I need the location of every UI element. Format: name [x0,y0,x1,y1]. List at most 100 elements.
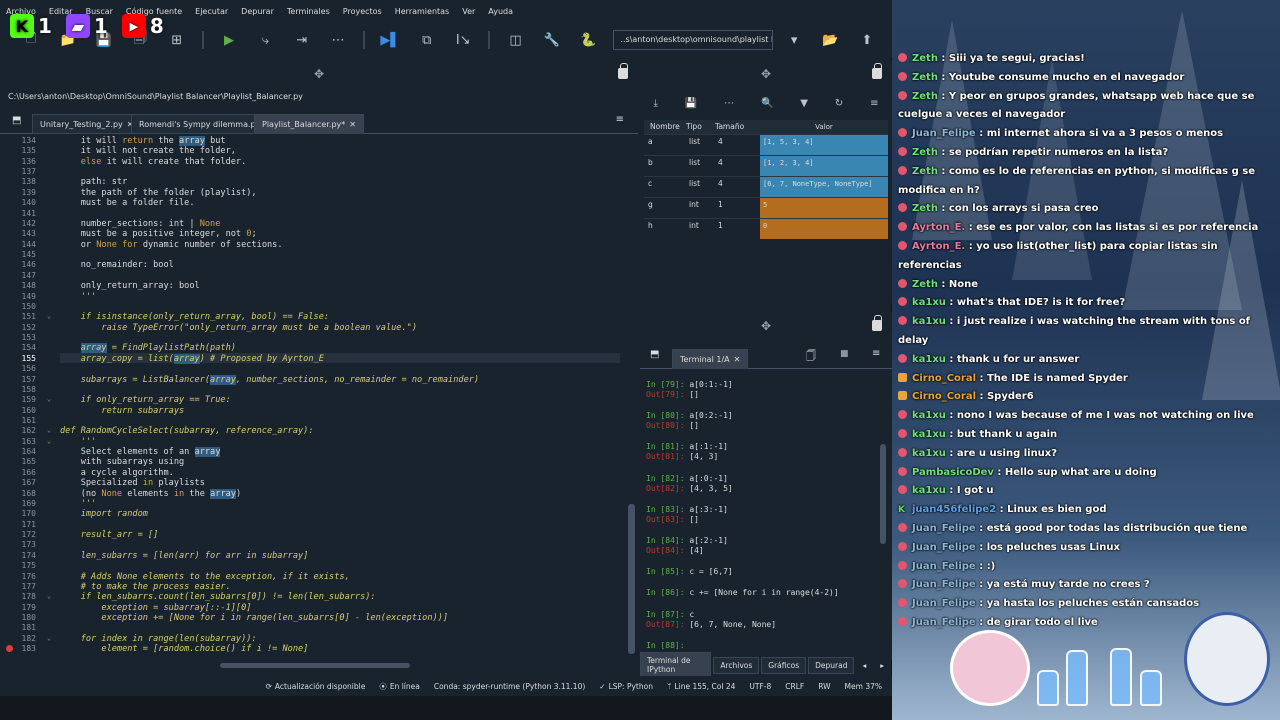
column-header-name[interactable]: Nombre [644,120,686,134]
move-pane-icon[interactable]: ✥ [761,319,771,333]
chat-username[interactable]: Juan_Felipe [912,579,976,590]
variable-row[interactable]: c list 4 [6, 7, NoneType, NoneType] [644,176,888,197]
refresh-icon[interactable]: ↻ [835,98,843,109]
options-menu-icon[interactable]: ≡ [872,348,880,359]
maximize-pane-icon[interactable]: ◫ [504,29,526,51]
bottom-tab[interactable]: Gráficos [761,656,807,674]
debug-cell-icon[interactable]: ⧉ [416,29,438,51]
browse-folder-icon[interactable]: 📂 [819,29,841,51]
chat-username[interactable]: ka1xu [912,485,946,496]
chat-username[interactable]: Juan_Felipe [912,523,976,534]
fold-toggle-icon[interactable]: ⌄ [47,437,55,445]
editor-horizontal-scrollbar[interactable] [0,660,626,670]
chat-username[interactable]: Cirno_Coral [912,373,976,384]
chat-username[interactable]: Juan_Felipe [912,128,976,139]
browse-tabs-icon[interactable]: ⬒ [650,349,659,360]
variable-row[interactable]: h int 1 0 [644,218,888,239]
stop-icon[interactable]: ■ [840,349,849,359]
chat-username[interactable]: Zeth [912,279,938,290]
close-icon[interactable]: ✕ [349,120,356,129]
lock-icon[interactable] [872,63,882,79]
more-icon[interactable]: ⋯ [327,29,349,51]
tab-options-icon[interactable]: ≡ [616,114,624,125]
save-data-icon[interactable]: 💾 [685,98,697,109]
fold-toggle-icon[interactable]: ⌄ [47,426,55,434]
move-pane-icon[interactable]: ✥ [761,67,771,81]
tab-unitary-testing[interactable]: Unitary_Testing_2.py✕ [32,114,142,134]
debug-icon[interactable]: ▶▌ [379,29,401,51]
close-icon[interactable]: ✕ [734,355,741,364]
chat-username[interactable]: PambasicoDev [912,467,994,478]
preferences-wrench-icon[interactable]: 🔧 [541,29,563,51]
dropdown-arrow-icon[interactable]: ▾ [783,29,805,51]
move-pane-icon[interactable]: ✥ [314,67,324,81]
code-editor[interactable]: 134 it will return the array but 135 it w… [0,134,626,660]
chat-username[interactable]: juan456felipe2 [912,504,996,515]
bottom-tab[interactable]: Terminal de IPython [640,652,712,678]
menu-item[interactable]: Ver [462,7,475,16]
import-data-icon[interactable]: ⤓ [653,98,657,109]
fold-toggle-icon[interactable]: ⌄ [47,312,55,320]
variable-row[interactable]: b list 4 [1, 2, 3, 4] [644,155,888,176]
chat-username[interactable]: Zeth [912,53,938,64]
chat-username[interactable]: Ayrton_E. [912,241,965,252]
fold-toggle-icon[interactable]: ⌄ [47,592,55,600]
python-path-icon[interactable]: 🐍 [577,29,599,51]
search-icon[interactable]: 🔍 [761,98,773,109]
column-header-type[interactable]: Tipo [686,120,715,134]
chat-username[interactable]: ka1xu [912,429,946,440]
chat-username[interactable]: ka1xu [912,354,946,365]
editor-vertical-scrollbar[interactable] [626,134,638,660]
more-icon[interactable]: ⋯ [724,98,734,109]
tab-terminal[interactable]: Terminal 1/A ✕ [672,349,749,369]
lock-icon[interactable] [872,315,882,331]
chat-username[interactable]: Zeth [912,203,938,214]
menu-item[interactable]: Ejecutar [195,7,228,16]
parent-directory-icon[interactable]: ⬆ [856,29,878,51]
fold-toggle-icon[interactable]: ⌄ [47,634,55,642]
copy-icon[interactable]: 🗍 [806,349,816,366]
chat-username[interactable]: ka1xu [912,297,946,308]
options-menu-icon[interactable]: ≡ [870,98,878,109]
chat-username[interactable]: ka1xu [912,448,946,459]
filter-icon[interactable]: ▼ [800,98,808,109]
scroll-right-icon[interactable]: ▸ [874,658,890,673]
chat-username[interactable]: Juan_Felipe [912,617,976,628]
tab-playlist-balancer[interactable]: Playlist_Balancer.py* ✕ [254,114,364,134]
step-icon[interactable]: I↘ [452,29,474,51]
chat-username[interactable]: Zeth [912,72,938,83]
run-cell-advance-icon[interactable]: ⇥ [291,29,313,51]
chat-username[interactable]: Juan_Felipe [912,542,976,553]
menu-item[interactable]: Terminales [287,7,330,16]
menu-item[interactable]: Proyectos [343,7,382,16]
lock-icon[interactable] [618,63,628,79]
chat-username[interactable]: Zeth [912,166,938,177]
chat-username[interactable]: Zeth [912,91,938,102]
status-update[interactable]: Actualización disponible [275,682,365,691]
chat-username[interactable]: Cirno_Coral [912,391,976,402]
chat-username[interactable]: ka1xu [912,410,946,421]
chat-username[interactable]: Juan_Felipe [912,561,976,572]
status-lsp[interactable]: LSP: Python [609,682,653,691]
run-cell-icon[interactable]: ⤷ [254,29,276,51]
chat-username[interactable]: Ayrton_E. [912,222,965,233]
status-conda[interactable]: Conda: spyder-runtime (Python 3.11.10) [434,682,585,691]
variable-row[interactable]: a list 4 [1, 5, 3, 4] [644,134,888,155]
ipython-console[interactable]: In [79]: a[0:1:-1] Out[79]: [] In [80]: a[… [644,374,878,654]
console-scrollbar[interactable] [879,374,887,650]
working-directory-input[interactable]: ..s\anton\desktop\omnisound\playlist bal… [613,30,773,50]
browse-tabs-icon[interactable]: ⬒ [12,115,21,126]
menu-item[interactable]: Ayuda [488,7,513,16]
column-header-value[interactable]: Valor [760,120,888,134]
menu-item[interactable]: Herramientas [395,7,450,16]
scroll-left-icon[interactable]: ◂ [856,658,872,673]
run-icon[interactable]: ▶ [218,29,240,51]
variable-row[interactable]: g int 1 5 [644,197,888,218]
bottom-tab[interactable]: Archivos [713,656,760,674]
chat-username[interactable]: Zeth [912,147,938,158]
chat-username[interactable]: Juan_Felipe [912,598,976,609]
chat-username[interactable]: ka1xu [912,316,946,327]
fold-toggle-icon[interactable]: ⌄ [47,395,55,403]
bottom-tab[interactable]: Depurad [808,656,855,674]
column-header-size[interactable]: Tamaño [715,120,760,134]
